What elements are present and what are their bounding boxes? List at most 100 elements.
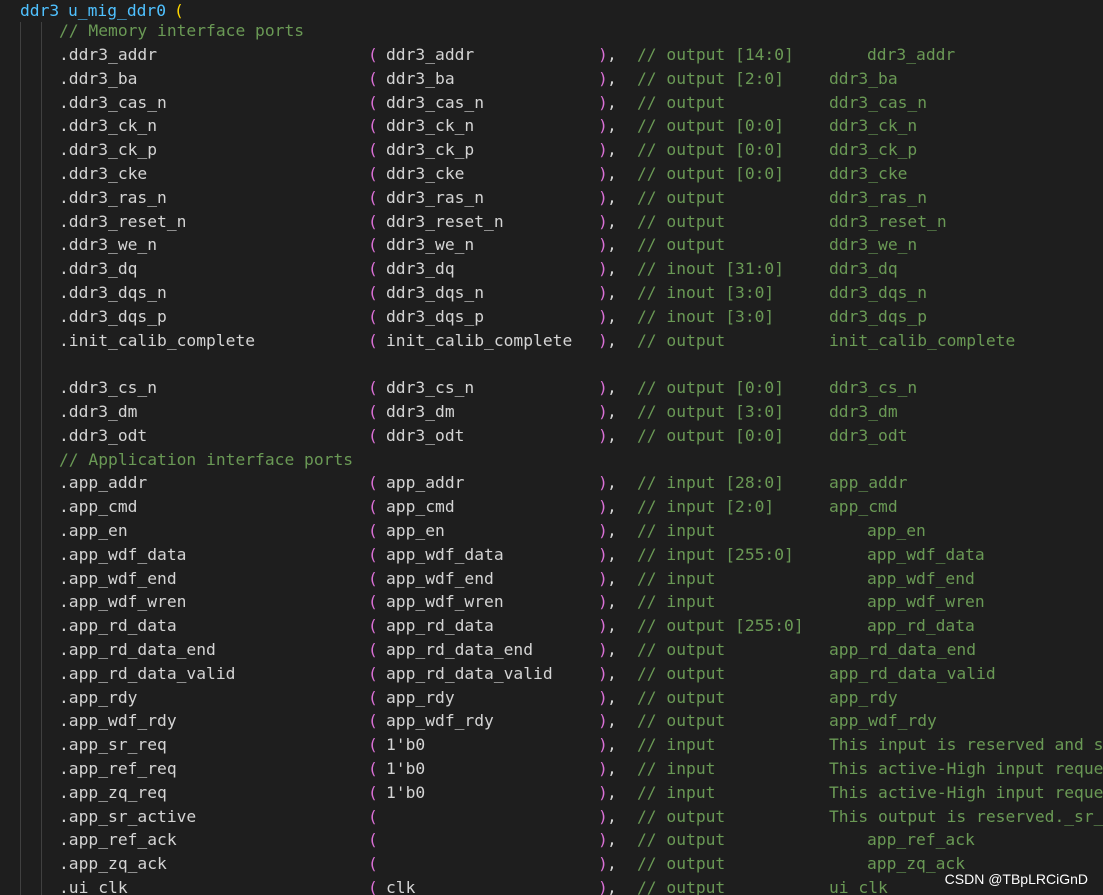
port-open-paren: ( xyxy=(368,212,378,231)
port-comma: , xyxy=(607,497,617,516)
signal-name: app_cmd xyxy=(386,497,455,516)
port-open-paren: ( xyxy=(368,830,378,849)
signal-name: ddr3_cke xyxy=(386,164,465,183)
description-comment: This output is reserved._sr_a xyxy=(829,807,1103,826)
code-line-port[interactable]: .app_sr_req(1'b0),// input This input is … xyxy=(0,733,1103,757)
code-line-port[interactable]: .ddr3_ck_n(ddr3_ck_n),// output [0:0] ddr… xyxy=(0,114,1103,138)
code-line-port[interactable]: .app_sr_active(),// output This output is… xyxy=(0,805,1103,829)
port-open-paren: ( xyxy=(368,426,378,445)
code-line-port[interactable]: .ddr3_reset_n(ddr3_reset_n),// output ddr… xyxy=(0,210,1103,234)
code-line-port[interactable]: .app_rdy(app_rdy),// output app_rdy xyxy=(0,686,1103,710)
code-line-port[interactable]: .ddr3_dqs_p(ddr3_dqs_p),// inout [3:0] dd… xyxy=(0,305,1103,329)
direction-comment: // output [3:0] xyxy=(637,402,785,421)
code-line-port[interactable]: .ddr3_odt(ddr3_odt),// output [0:0] ddr3_… xyxy=(0,424,1103,448)
code-line-port[interactable]: .app_ref_req(1'b0),// input This active-H… xyxy=(0,757,1103,781)
code-editor[interactable]: ddr3 u_mig_ddr0 ( // Memory interface po… xyxy=(0,0,1103,895)
signal-name: ddr3_we_n xyxy=(386,235,475,254)
code-line-port[interactable]: .app_rd_data(app_rd_data),// output [255… xyxy=(0,614,1103,638)
port-comma: , xyxy=(607,69,617,88)
port-open-paren: ( xyxy=(368,497,378,516)
description-comment: init_calib_complete xyxy=(829,331,1016,350)
direction-comment: // output [14:0] xyxy=(637,45,794,64)
port-open-paren: ( xyxy=(368,283,378,302)
port-open-paren: ( xyxy=(368,140,378,159)
port-open-paren: ( xyxy=(368,711,378,730)
code-line-port[interactable]: .ddr3_cas_n(ddr3_cas_n),// output ddr3_ca… xyxy=(0,91,1103,115)
port-open-paren: ( xyxy=(368,402,378,421)
code-line-blank[interactable] xyxy=(0,352,1103,376)
code-line-port[interactable]: .app_rd_data_end(app_rd_data_end),// out… xyxy=(0,638,1103,662)
port-name: .ddr3_we_n xyxy=(59,235,158,254)
code-line-port[interactable]: .ddr3_cs_n(ddr3_cs_n),// output [0:0] ddr… xyxy=(0,376,1103,400)
signal-name: ddr3_ras_n xyxy=(386,188,485,207)
direction-comment: // output xyxy=(637,664,726,683)
code-line-port[interactable]: .ddr3_cke(ddr3_cke),// output [0:0] ddr3_… xyxy=(0,162,1103,186)
code-line-port[interactable]: .app_cmd(app_cmd),// input [2:0] app_cmd xyxy=(0,495,1103,519)
description-comment: ui_clk xyxy=(829,878,888,895)
port-comma: , xyxy=(607,545,617,564)
direction-comment: // inout [3:0] xyxy=(637,307,775,326)
port-name: .app_ref_ack xyxy=(59,830,177,849)
description-comment: ddr3_ras_n xyxy=(829,188,928,207)
code-line-port[interactable]: .ddr3_we_n(ddr3_we_n),// output ddr3_we_n xyxy=(0,233,1103,257)
code-line-port[interactable]: .ddr3_ba(ddr3_ba),// output [2:0] ddr3_ba xyxy=(0,67,1103,91)
port-name: .ddr3_odt xyxy=(59,426,148,445)
code-line-port[interactable]: .app_wdf_wren(app_wdf_wren),// input app_… xyxy=(0,590,1103,614)
code-line-port[interactable]: .app_wdf_data(app_wdf_data),// input [25… xyxy=(0,543,1103,567)
code-line-port[interactable]: .app_rd_data_valid(app_rd_data_valid),//… xyxy=(0,662,1103,686)
direction-comment: // output [2:0] xyxy=(637,69,785,88)
direction-comment: // output xyxy=(637,854,726,873)
code-line-port[interactable]: .ddr3_dm(ddr3_dm),// output [3:0] ddr3_dm xyxy=(0,400,1103,424)
code-line-port[interactable]: .app_wdf_end(app_wdf_end),// input app_wd… xyxy=(0,567,1103,591)
code-line-port[interactable]: .app_zq_req(1'b0),// input This active-Hi… xyxy=(0,781,1103,805)
signal-name: 1'b0 xyxy=(386,783,426,802)
description-comment: app_en xyxy=(867,521,926,540)
description-comment: app_wdf_data xyxy=(867,545,985,564)
signal-name: app_rd_data_end xyxy=(386,640,534,659)
port-name: .app_cmd xyxy=(59,497,138,516)
direction-comment: // output [0:0] xyxy=(637,164,785,183)
code-line-port[interactable]: .ddr3_addr(ddr3_addr),// output [14:0] dd… xyxy=(0,43,1103,67)
description-comment: ddr3_dm xyxy=(829,402,898,421)
code-line-port[interactable]: .ddr3_dq(ddr3_dq),// inout [31:0] ddr3_dq xyxy=(0,257,1103,281)
port-comma: , xyxy=(607,116,617,135)
port-name: .app_rd_data_end xyxy=(59,640,216,659)
code-line-section-app[interactable]: // Application interface ports xyxy=(0,448,1103,472)
port-open-paren: ( xyxy=(368,878,378,895)
description-comment: app_rd_data_valid xyxy=(829,664,996,683)
port-name: .app_wdf_data xyxy=(59,545,187,564)
port-comma: , xyxy=(607,331,617,350)
code-line-port[interactable]: .ui_clk(clk),// output ui_clk xyxy=(0,876,1103,895)
port-name: .app_sr_active xyxy=(59,807,197,826)
port-open-paren: ( xyxy=(368,807,378,826)
signal-name: ddr3_ba xyxy=(386,69,455,88)
code-line-port[interactable]: .app_ref_ack(),// output app_ref_ack xyxy=(0,828,1103,852)
port-comma: , xyxy=(607,688,617,707)
port-name: .init_calib_complete xyxy=(59,331,256,350)
port-open-paren: ( xyxy=(368,93,378,112)
code-line-port[interactable]: .app_wdf_rdy(app_wdf_rdy),// output app_w… xyxy=(0,709,1103,733)
port-comma: , xyxy=(607,235,617,254)
port-comma: , xyxy=(607,140,617,159)
code-line-section-memory[interactable]: // Memory interface ports xyxy=(0,19,1103,43)
direction-comment: // input [2:0] xyxy=(637,497,775,516)
code-line-port[interactable]: .app_addr(app_addr),// input [28:0] app_a… xyxy=(0,471,1103,495)
port-name: .ddr3_cas_n xyxy=(59,93,167,112)
code-line-port[interactable]: .ddr3_dqs_n(ddr3_dqs_n),// inout [3:0] dd… xyxy=(0,281,1103,305)
description-comment: ddr3_dq xyxy=(829,259,898,278)
signal-name: ddr3_dqs_p xyxy=(386,307,485,326)
port-name: .app_wdf_wren xyxy=(59,592,187,611)
port-open-paren: ( xyxy=(368,854,378,873)
port-open-paren: ( xyxy=(368,331,378,350)
code-line-port[interactable]: .ddr3_ck_p(ddr3_ck_p),// output [0:0] ddr… xyxy=(0,138,1103,162)
description-comment: ddr3_ck_n xyxy=(829,116,918,135)
direction-comment: // output [0:0] xyxy=(637,116,785,135)
code-line-port[interactable]: .app_zq_ack(),// output app_zq_ack xyxy=(0,852,1103,876)
code-line-port[interactable]: .ddr3_ras_n(ddr3_ras_n),// output ddr3_ra… xyxy=(0,186,1103,210)
code-line-port[interactable]: .app_en(app_en),// input app_en xyxy=(0,519,1103,543)
port-name: .ddr3_dqs_n xyxy=(59,283,167,302)
description-comment: ddr3_we_n xyxy=(829,235,918,254)
port-open-paren: ( xyxy=(368,759,378,778)
port-name: .app_ref_req xyxy=(59,759,177,778)
code-line-port[interactable]: .init_calib_complete ( init_calib_complete… xyxy=(0,329,1103,353)
